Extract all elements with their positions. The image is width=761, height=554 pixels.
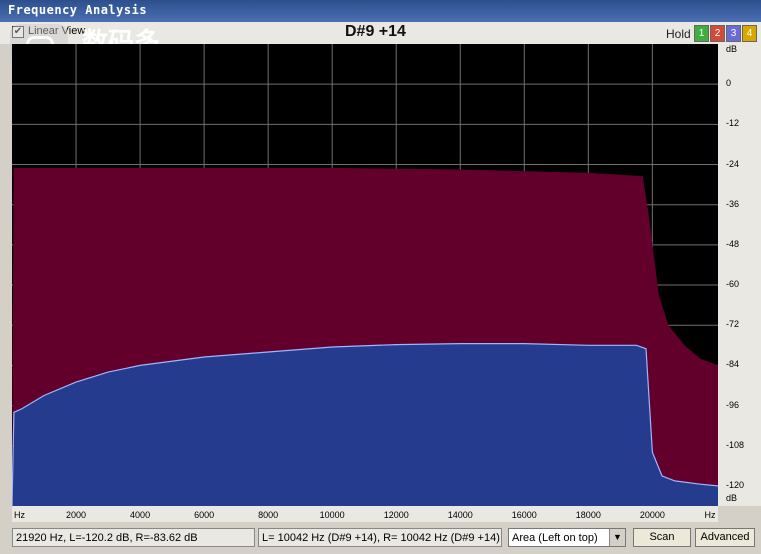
y-tick-label: -96 (726, 399, 740, 410)
x-tick-label: 8000 (258, 510, 279, 520)
y-tick-label: -60 (726, 279, 740, 290)
x-tick-label: 18000 (575, 510, 601, 520)
x-axis: Hz Hz 2000 4000 6000 8000 10000 12000 14000 160… (12, 506, 718, 522)
x-tick-label: 20000 (639, 510, 665, 520)
x-tick-label: 2000 (66, 510, 87, 520)
peak-note-readout: D#9 +14 (345, 23, 406, 40)
y-tick-label: -84 (726, 359, 740, 370)
x-tick-label: 6000 (194, 510, 215, 520)
hold-button-1[interactable]: 1 (694, 25, 709, 42)
window-title: Frequency Analysis (8, 3, 148, 17)
x-tick-label: 10000 (319, 510, 345, 520)
x-tick-label: 16000 (511, 510, 537, 520)
y-tick-label: -36 (726, 198, 740, 209)
peak-readout: L= 10042 Hz (D#9 +14), R= 10042 Hz (D#9 … (258, 528, 502, 547)
spectrum-svg (12, 44, 718, 506)
linear-view-label: Linear View (28, 25, 86, 37)
chevron-down-icon[interactable]: ▼ (609, 529, 625, 546)
y-tick-label: 0 (726, 78, 732, 89)
display-mode-select[interactable]: Area (Left on top) ▼ (508, 528, 626, 547)
advanced-button[interactable]: Advanced (695, 528, 755, 547)
x-unit-left: Hz (14, 510, 25, 520)
y-unit-bottom: dB (726, 493, 738, 503)
y-tick-label: -24 (726, 158, 740, 169)
display-mode-value: Area (Left on top) (512, 532, 598, 544)
hold-button-3[interactable]: 3 (726, 25, 741, 42)
scan-button[interactable]: Scan (633, 528, 691, 547)
x-unit-right: Hz (704, 510, 716, 520)
y-unit-top: dB (726, 44, 738, 54)
y-tick-label: -72 (726, 319, 740, 330)
title-bar: Frequency Analysis (0, 0, 761, 23)
x-tick-label: 12000 (383, 510, 409, 520)
linear-view-checkbox[interactable]: ✔ (12, 26, 24, 38)
hold-button-2[interactable]: 2 (710, 25, 725, 42)
x-tick-label: 4000 (130, 510, 151, 520)
spectrum-plot[interactable] (12, 44, 718, 506)
cursor-readout: 21920 Hz, L=-120.2 dB, R=-83.62 dB (12, 528, 255, 547)
y-tick-label: -48 (726, 238, 740, 249)
x-tick-label: 14000 (447, 510, 473, 520)
hold-label: Hold (666, 27, 691, 41)
y-tick-label: -108 (726, 439, 745, 450)
y-tick-label: -120 (726, 479, 745, 490)
y-axis: dB dB 0 -12 -24 -36 -48 -60 -72 -84 -96 -108 -120 (718, 44, 761, 506)
hold-button-4[interactable]: 4 (742, 25, 757, 42)
y-tick-label: -12 (726, 118, 740, 129)
